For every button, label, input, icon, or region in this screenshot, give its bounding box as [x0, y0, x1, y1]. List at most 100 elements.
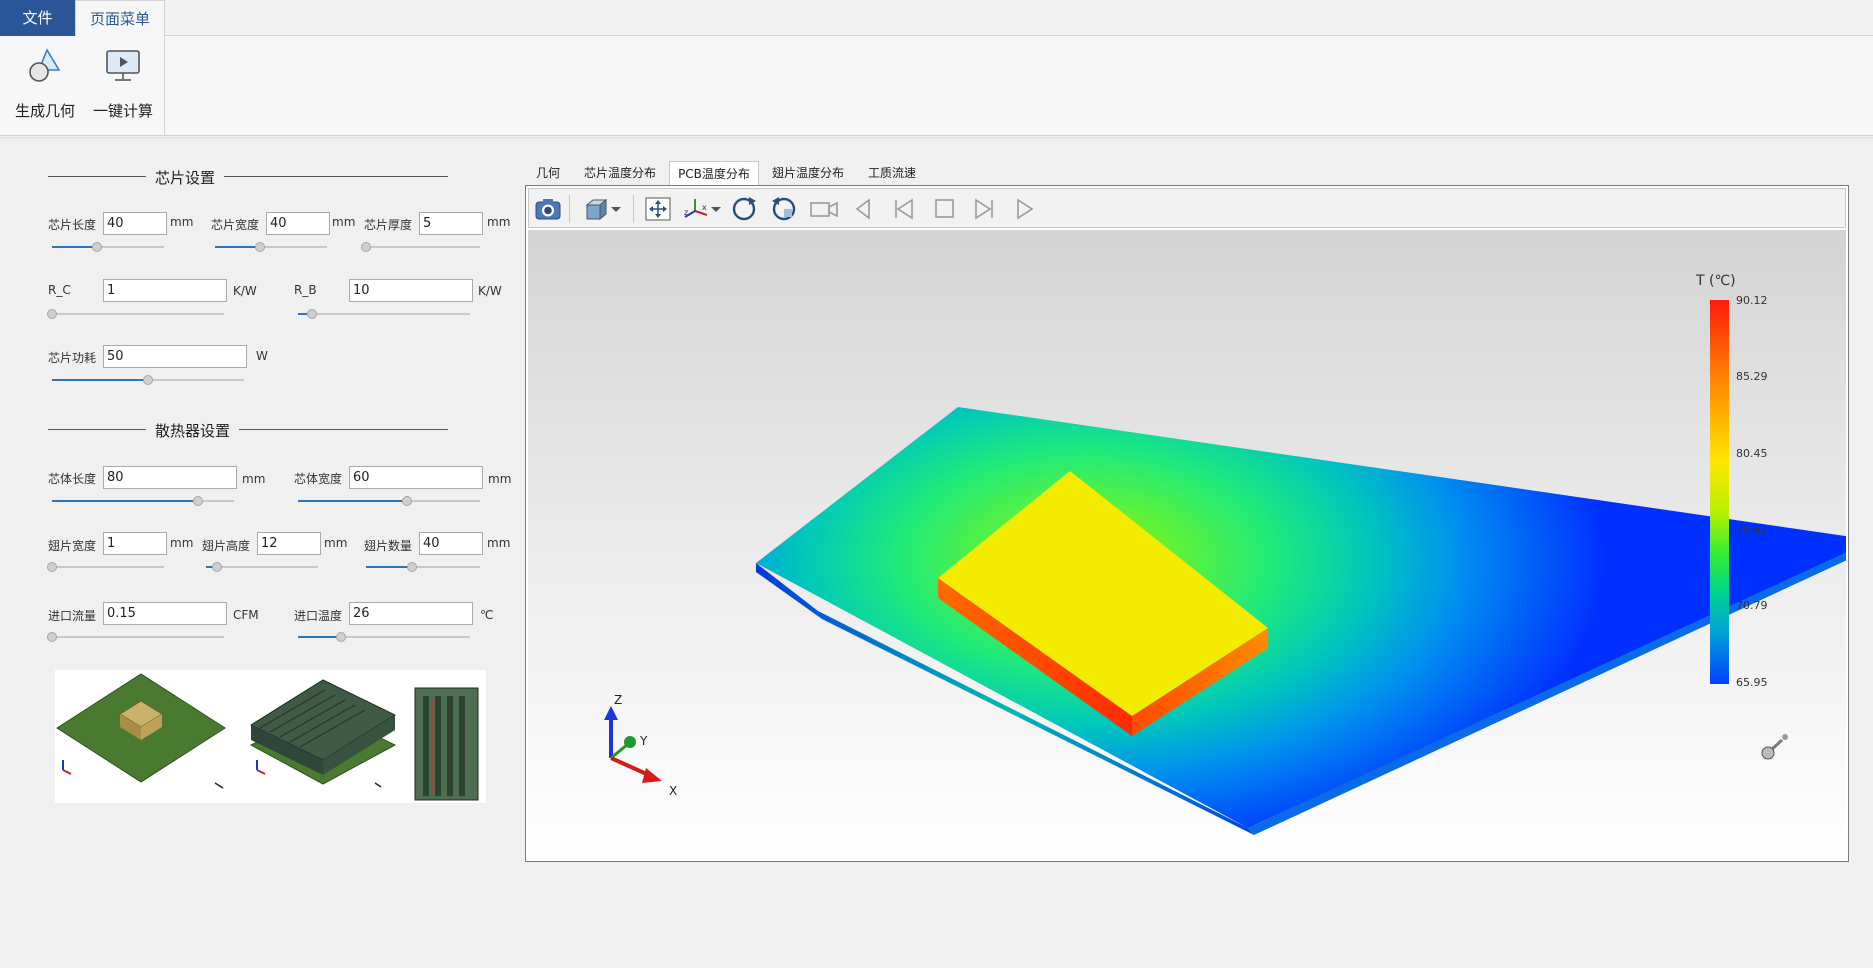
legend-label-6: 65.95: [1736, 676, 1768, 689]
body-length-slider[interactable]: [52, 496, 234, 506]
fin-count-slider[interactable]: [366, 562, 480, 572]
fin-count-input[interactable]: [419, 532, 483, 555]
first-frame-icon[interactable]: [889, 195, 919, 223]
geometry-preview-image: [55, 670, 486, 803]
chip-power-label: 芯片功耗: [48, 351, 97, 365]
body-length-unit: mm: [242, 472, 266, 486]
rotate-cw-icon[interactable]: [729, 195, 759, 223]
legend-label-3: 80.45: [1736, 447, 1768, 460]
tab-page-menu[interactable]: 页面菜单: [75, 0, 165, 37]
generate-geometry-label: 生成几何: [14, 102, 75, 120]
rb-unit: K/W: [478, 284, 502, 298]
video-icon[interactable]: [809, 195, 839, 223]
body-width-slider[interactable]: [298, 496, 480, 506]
fin-count-label: 翅片数量: [364, 539, 413, 553]
chip-power-input[interactable]: [103, 345, 247, 368]
body-width-input[interactable]: [349, 466, 483, 489]
inlet-flow-unit: CFM: [233, 608, 259, 622]
heatsink-divider-left: [48, 429, 146, 430]
rb-input[interactable]: [349, 279, 473, 302]
rc-slider[interactable]: [47, 309, 224, 319]
axes-icon[interactable]: z x: [681, 195, 711, 223]
chip-power-unit: W: [256, 349, 268, 363]
ribbon-tab-bar: 文件 页面菜单: [0, 0, 1873, 37]
fin-width-label: 翅片宽度: [48, 539, 97, 553]
cube-view-dropdown-icon[interactable]: [609, 195, 623, 223]
legend-title: T (℃): [1696, 273, 1736, 289]
inlet-flow-input[interactable]: [103, 602, 227, 625]
last-frame-icon[interactable]: [969, 195, 999, 223]
chip-length-label: 芯片长度: [48, 218, 97, 232]
fin-height-slider[interactable]: [206, 562, 318, 572]
one-click-compute-label: 一键计算: [92, 102, 153, 120]
ribbon-shadow: [0, 137, 1873, 140]
camera-icon[interactable]: [533, 195, 563, 223]
geometry-icon: [29, 48, 61, 82]
ribbon-group: 生成几何 一键计算: [0, 36, 165, 136]
fin-width-input[interactable]: [103, 532, 167, 555]
rc-input[interactable]: [103, 279, 227, 302]
fin-count-unit: mm: [487, 536, 511, 550]
chip-length-input[interactable]: [103, 212, 167, 235]
prev-frame-icon[interactable]: [849, 195, 879, 223]
inlet-temp-unit: ℃: [480, 608, 494, 622]
heatsink-section-title: 散热器设置: [155, 422, 231, 440]
body-length-label: 芯体长度: [48, 472, 97, 486]
body-width-label: 芯体宽度: [294, 472, 343, 486]
legend-label-2: 85.29: [1736, 370, 1768, 383]
tab-fin-temperature[interactable]: 翅片温度分布: [764, 161, 852, 186]
tab-fluid-velocity[interactable]: 工质流速: [858, 161, 926, 186]
chip-width-unit: mm: [332, 215, 356, 229]
heatsink-divider-right: [239, 429, 448, 430]
inlet-flow-slider[interactable]: [47, 632, 224, 642]
chip-width-label: 芯片宽度: [211, 218, 260, 232]
temperature-colorbar: [1710, 300, 1729, 684]
axes-dropdown-icon[interactable]: [709, 195, 723, 223]
inlet-temp-label: 进口温度: [294, 609, 343, 623]
chip-length-unit: mm: [170, 215, 194, 229]
generate-geometry-button[interactable]: 生成几何: [6, 46, 84, 126]
fin-height-input[interactable]: [257, 532, 321, 555]
tab-pcb-temperature[interactable]: PCB温度分布: [669, 161, 759, 186]
fin-width-unit: mm: [170, 536, 194, 550]
rotate-ccw-icon[interactable]: [769, 195, 799, 223]
inlet-temp-input[interactable]: [349, 602, 473, 625]
play-icon[interactable]: [1009, 195, 1039, 223]
fin-width-slider[interactable]: [47, 562, 164, 572]
svg-text:x: x: [702, 203, 707, 212]
chip-thickness-unit: mm: [487, 215, 511, 229]
fit-view-icon[interactable]: [643, 195, 673, 223]
chip-section-title: 芯片设置: [155, 169, 216, 187]
result-viewer: z x Z Y X T (℃) 90.12 85.29 80.45 75.62 …: [525, 185, 1849, 862]
fin-height-unit: mm: [324, 536, 348, 550]
rb-label: R_B: [294, 283, 317, 297]
cube-view-icon[interactable]: [581, 195, 611, 223]
chip-thickness-input[interactable]: [419, 212, 483, 235]
rc-unit: K/W: [233, 284, 257, 298]
inlet-temp-slider[interactable]: [298, 632, 470, 642]
chip-width-slider[interactable]: [215, 242, 327, 252]
viewer-toolbar: z x: [528, 188, 1846, 228]
render-canvas[interactable]: Z Y X T (℃) 90.12 85.29 80.45 75.62 70.7…: [528, 230, 1846, 860]
chip-thickness-slider[interactable]: [361, 242, 480, 252]
toolbar-separator: [569, 195, 570, 223]
body-length-input[interactable]: [103, 466, 237, 489]
one-click-compute-button[interactable]: 一键计算: [84, 46, 162, 126]
tab-file[interactable]: 文件: [0, 0, 75, 36]
chip-length-slider[interactable]: [52, 242, 164, 252]
tab-chip-temperature[interactable]: 芯片温度分布: [577, 161, 663, 186]
axis-z-label: Z: [614, 693, 622, 707]
chip-power-slider[interactable]: [52, 375, 244, 385]
legend-label-1: 90.12: [1736, 294, 1768, 307]
chip-divider-right: [224, 176, 448, 177]
rb-slider[interactable]: [298, 309, 470, 319]
pcb-temperature-render: Z Y X: [604, 407, 1846, 835]
legend-label-5: 70.79: [1736, 599, 1768, 612]
svg-text:z: z: [684, 208, 688, 217]
probe-icon[interactable]: [1761, 734, 1788, 760]
chip-divider-left: [48, 176, 146, 177]
tab-geometry[interactable]: 几何: [527, 161, 569, 186]
chip-width-input[interactable]: [266, 212, 330, 235]
stop-icon[interactable]: [929, 195, 959, 223]
body-width-unit: mm: [488, 472, 512, 486]
